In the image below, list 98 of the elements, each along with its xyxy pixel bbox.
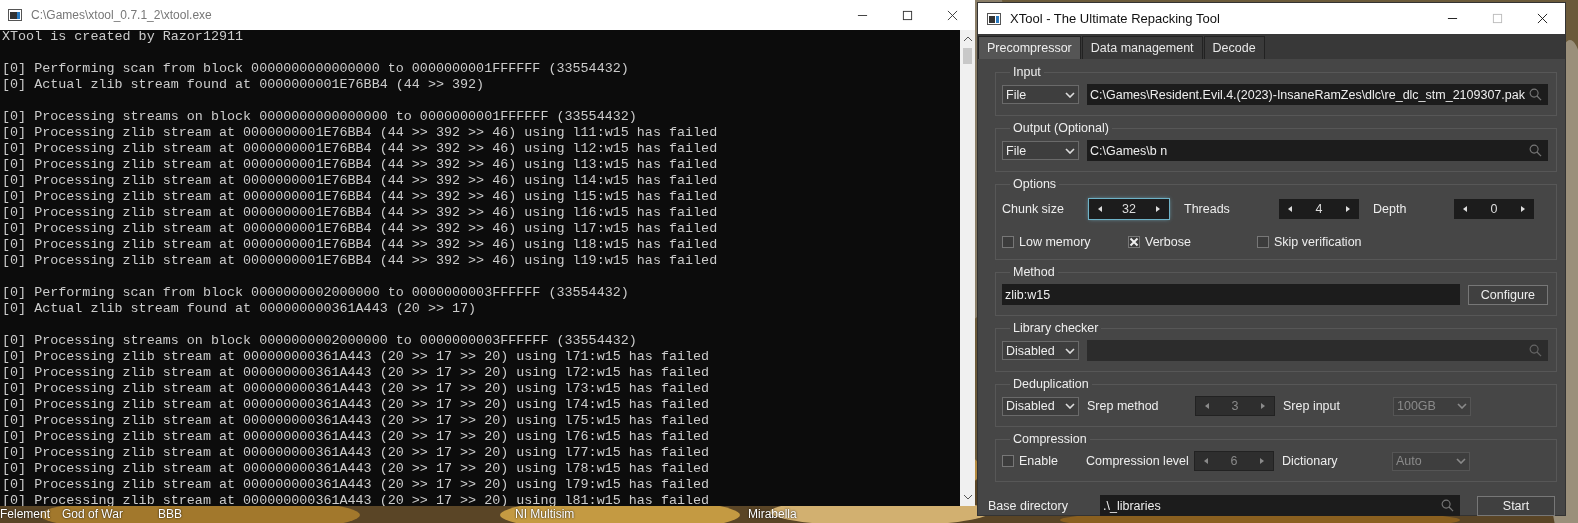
group-title: Method (1012, 265, 1056, 279)
tab[interactable]: Precompressor (978, 36, 1081, 59)
console-line: [0] Processing zlib stream at 000000000361A443 (20 >> 17 >> 20) using l78:w15 has failed (2, 461, 711, 477)
chevron-icon (1457, 403, 1467, 409)
start-button[interactable]: Start (1477, 495, 1555, 516)
console-line: [0] Processing zlib stream at 0000000001E76BB4 (44 >> 392 >> 46) using l11:w15 has failed (2, 125, 719, 141)
scrollbar[interactable] (960, 30, 975, 506)
console-line: [0] Processing zlib stream at 000000000361A443 (20 >> 17 >> 20) using l72:w15 has failed (2, 365, 711, 381)
search-icon[interactable] (1529, 344, 1542, 357)
spin-box[interactable]: 32 (1089, 199, 1169, 219)
group-title: Input (1012, 65, 1042, 79)
dropdown[interactable]: Disabled (1002, 341, 1079, 360)
console-line: [0] Processing zlib stream at 000000000361A443 (20 >> 17 >> 20) using l75:w15 has failed (2, 413, 711, 429)
checkbox[interactable] (1002, 236, 1014, 248)
checkbox[interactable] (1257, 236, 1269, 248)
desktop-icon-label[interactable]: Mirabella (748, 506, 797, 522)
console-line: [0] Performing scan from block 0000000000000000 to 0000000001FFFFFF (33554432) (2, 61, 630, 77)
console-line: [0] Processing streams on block 0000000002000000 to 0000000003FFFFFF (33554432) (2, 333, 638, 349)
close-icon[interactable] (947, 9, 958, 21)
console-line: [0] Processing zlib stream at 0000000001E76BB4 (44 >> 392 >> 46) using l18:w15 has failed (2, 237, 719, 253)
console-line: [0] Processing zlib stream at 000000000361A443 (20 >> 17 >> 20) using l73:w15 has failed (2, 381, 711, 397)
spinner-label: Compression level (1086, 454, 1186, 468)
console-line: [0] Processing zlib stream at 0000000001E76BB4 (44 >> 392 >> 46) using l17:w15 has failed (2, 221, 719, 237)
group-title: Options (1012, 177, 1058, 191)
search-icon[interactable] (1441, 499, 1454, 512)
field-label: Base directory (988, 498, 1069, 513)
chevron-icon (1065, 91, 1075, 98)
left-arrow-icon[interactable] (1288, 206, 1292, 212)
right-arrow-icon[interactable] (1156, 206, 1160, 212)
dropdown[interactable]: File (1002, 141, 1079, 160)
console-line: [0] Processing zlib stream at 000000000361A443 (20 >> 17 >> 20) using l79:w15 has failed (2, 477, 711, 493)
left-arrow-icon[interactable] (1463, 206, 1467, 212)
checkbox[interactable] (1002, 455, 1014, 467)
console-line: [0] Processing zlib stream at 0000000001E76BB4 (44 >> 392 >> 46) using l16:w15 has failed (2, 205, 719, 221)
spin-box[interactable]: 0 (1454, 199, 1534, 219)
chevron-icon (1065, 147, 1075, 154)
chevron-icon (1065, 347, 1075, 354)
spinner-label: Depth (1373, 202, 1408, 216)
maximize-icon[interactable] (902, 9, 913, 21)
method-field[interactable]: zlib:w15 (1002, 284, 1460, 305)
spinner-label: Srep method (1087, 399, 1160, 413)
close-icon[interactable] (1537, 13, 1548, 24)
group-title: Output (Optional) (1012, 121, 1110, 135)
console-line: [0] Processing zlib stream at 0000000001E76BB4 (44 >> 392 >> 46) using l13:w15 has failed (2, 157, 719, 173)
right-arrow-icon[interactable] (1346, 206, 1350, 212)
spinner-label: Threads (1184, 202, 1231, 216)
left-arrow-icon[interactable] (1098, 206, 1102, 212)
select-label: Srep input (1283, 399, 1341, 413)
input-field[interactable]: C:\Games\Resident.Evil.4.(2023)-InsaneRamZes\dlc\re_dlc_stm_2109307.pak (1087, 84, 1548, 105)
spin-box[interactable]: 4 (1279, 199, 1359, 219)
right-arrow-icon[interactable] (1521, 206, 1525, 212)
console-line: XTool is created by Razor12911 (2, 30, 245, 45)
app-icon (987, 12, 1001, 25)
console-line: [0] Performing scan from block 0000000002000000 to 0000000003FFFFFF (33554432) (2, 285, 630, 301)
scroll-thumb[interactable] (963, 48, 972, 64)
console-line: [0] Processing zlib stream at 0000000001E76BB4 (44 >> 392 >> 46) using l15:w15 has failed (2, 189, 719, 205)
directory-field[interactable]: .\_libraries (1100, 495, 1460, 516)
tab[interactable]: Data management (1081, 36, 1203, 59)
console-app-icon (8, 9, 22, 21)
window-title: C:\Games\xtool_0.7.1_2\xtool.exe (31, 8, 212, 22)
console-line: [0] Actual zlib stream found at 0000000001E76BB4 (44 >> 392) (2, 77, 486, 93)
dropdown[interactable]: File (1002, 85, 1079, 104)
desktop-icon-label[interactable]: God of War (62, 506, 123, 522)
search-icon[interactable] (1529, 144, 1542, 157)
console-line: [0] Processing streams on block 0000000000000000 to 0000000001FFFFFF (33554432) (2, 109, 638, 125)
console-line: [0] Processing zlib stream at 000000000361A443 (20 >> 17 >> 20) using l77:w15 has failed (2, 445, 711, 461)
console-line: [0] Processing zlib stream at 0000000001E76BB4 (44 >> 392 >> 46) using l14:w15 has failed (2, 173, 719, 189)
console-line: [0] Processing zlib stream at 000000000361A443 (20 >> 17 >> 20) using l71:w15 has failed (2, 349, 711, 365)
checkbox-label: Verbose (1145, 235, 1191, 249)
checkbox-label: Low memory (1019, 235, 1091, 249)
group-title: Deduplication (1012, 377, 1090, 391)
output-field[interactable]: C:\Games\b n (1087, 140, 1548, 161)
console-line: [0] Processing zlib stream at 000000000361A443 (20 >> 17 >> 20) using l74:w15 has failed (2, 397, 711, 413)
console-line: [0] Processing zlib stream at 000000000361A443 (20 >> 17 >> 20) using l76:w15 has failed (2, 429, 711, 445)
console-line: [0] Processing zlib stream at 000000000361A443 (20 >> 17 >> 20) using l81:w15 has failed (2, 493, 711, 506)
checkbox-label: Skip verification (1274, 235, 1362, 249)
chevron-icon (1456, 458, 1466, 464)
dropdown[interactable]: Disabled (1002, 396, 1079, 416)
chevron-icon (1065, 403, 1075, 409)
console-line: [0] Actual zlib stream found at 000000000361A443 (20 >> 17) (2, 301, 478, 317)
scroll-down-icon[interactable] (962, 493, 973, 501)
tab[interactable]: Decode (1203, 36, 1265, 59)
desktop-icon-label[interactable]: BBB (158, 506, 182, 522)
group-title: Compression (1012, 432, 1088, 446)
group-title: Library checker (1012, 321, 1100, 335)
scroll-up-icon[interactable] (962, 35, 973, 43)
select-label: Dictionary (1282, 454, 1339, 468)
checkbox-label: Enable (1019, 454, 1058, 468)
spinner-label: Chunk size (1002, 202, 1065, 216)
search-icon[interactable] (1529, 88, 1542, 101)
desktop-icon-label[interactable]: Felement (0, 506, 51, 522)
checkbox[interactable] (1128, 236, 1140, 248)
console-line: [0] Processing zlib stream at 0000000001E76BB4 (44 >> 392 >> 46) using l19:w15 has failed (2, 253, 719, 269)
window-title: XTool - The Ultimate Repacking Tool (1010, 11, 1220, 26)
configure-button[interactable]: Configure (1467, 284, 1548, 305)
console-line: [0] Processing zlib stream at 0000000001E76BB4 (44 >> 392 >> 46) using l12:w15 has failed (2, 141, 719, 157)
maximize-icon (1492, 13, 1503, 24)
library-field[interactable] (1087, 340, 1548, 361)
